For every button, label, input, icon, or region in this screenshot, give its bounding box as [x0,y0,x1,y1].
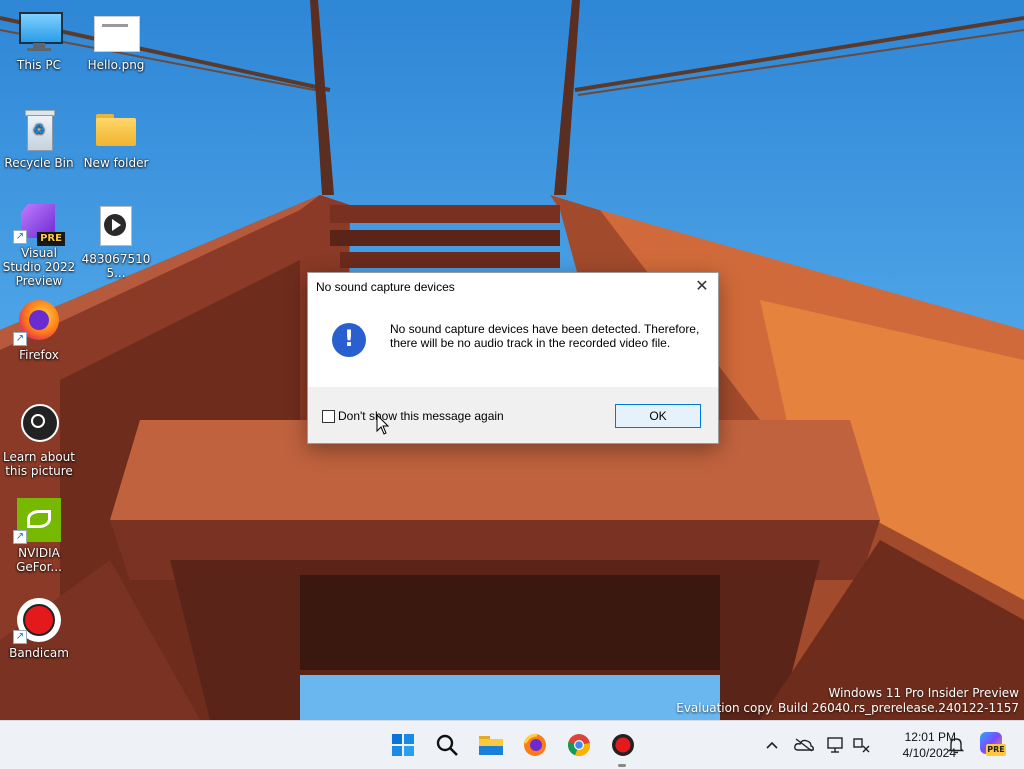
no-sound-devices-dialog: No sound capture devices ✕ ! No sound ca… [307,272,719,444]
onedrive-icon[interactable] [794,735,814,755]
desktop-icon-label: Recycle Bin [4,156,74,170]
windows-watermark: Windows 11 Pro Insider Preview Evaluatio… [676,686,1019,716]
learn-picture-icon [17,402,61,446]
display-icon[interactable] [826,735,846,755]
this-pc-icon [17,10,63,54]
bandicam-icon: ↗ [13,598,61,644]
clock-time: 12:01 PM [904,730,956,744]
close-icon[interactable]: ✕ [690,276,714,298]
taskbar-clock[interactable]: 12:01 PM 4/10/2024 [872,729,956,761]
desktop-icon-label: This PC [17,58,61,72]
desktop-icon-label: Firefox [19,348,59,362]
desktop-icon-video-file[interactable]: 4830675105... [78,204,154,288]
taskbar: 12:01 PM 4/10/2024 PRE [0,720,1024,769]
dialog-footer: Don't show this message again OK [308,387,718,443]
desktop-icon-label: Learn about this picture [3,450,75,478]
image-file-icon [94,10,140,54]
desktop-icon-this-pc[interactable]: This PC [1,10,77,94]
firefox-icon: ↗ [13,300,61,346]
watermark-edition: Windows 11 Pro Insider Preview [828,686,1019,700]
desktop-icon-recycle-bin[interactable]: ♻ Recycle Bin [1,108,77,192]
chevron-up-icon[interactable] [762,735,782,755]
shortcut-arrow-icon: ↗ [13,230,27,244]
desktop-icon-label: Hello.png [87,58,145,72]
desktop-icon-label: Bandicam [9,646,69,660]
dialog-titlebar[interactable]: No sound capture devices ✕ [308,273,718,302]
desktop-icon-visual-studio[interactable]: PRE ↗ Visual Studio 2022 Preview [1,204,77,288]
bandicam-icon [612,734,634,756]
shortcut-arrow-icon: ↗ [13,630,27,644]
ok-button[interactable]: OK [615,404,701,428]
network-icon[interactable] [852,735,872,755]
desktop-icon-label: Visual Studio 2022 Preview [2,246,76,288]
dialog-message: No sound capture devices have been detec… [390,322,700,350]
chrome-icon [568,734,590,757]
mouse-cursor-icon [376,414,390,435]
file-explorer-icon [479,736,503,755]
bandicam-taskbar-button[interactable] [607,729,639,761]
desktop-icon-bandicam[interactable]: ↗ Bandicam [1,598,77,682]
desktop-icon-label: 4830675105... [81,252,151,280]
clock-date: 4/10/2024 [902,746,956,760]
nvidia-icon: ↗ [13,498,61,544]
search-button[interactable] [431,729,463,761]
desktop-icon-label: NVIDIA GeFor... [16,546,62,574]
firefox-icon [523,733,546,756]
firefox-taskbar-button[interactable] [519,729,551,761]
preview-badge: PRE [37,232,65,246]
desktop-icon-new-folder[interactable]: New folder [78,108,154,192]
desktop-icon-firefox[interactable]: ↗ Firefox [1,300,77,384]
folder-icon [94,108,138,152]
copilot-icon[interactable]: PRE [980,732,1006,758]
shortcut-arrow-icon: ↗ [13,530,27,544]
dialog-body: ! No sound capture devices have been det… [308,302,718,387]
shortcut-arrow-icon: ↗ [13,332,27,346]
active-app-indicator [618,764,626,767]
start-button[interactable] [387,729,419,761]
desktop-icon-learn-about-picture[interactable]: Learn about this picture [1,402,77,486]
start-icon [392,734,414,756]
search-icon [436,734,458,756]
dialog-title: No sound capture devices [316,280,455,294]
desktop-icon-nvidia[interactable]: ↗ NVIDIA GeFor... [1,498,77,582]
watermark-build: Evaluation copy. Build 26040.rs_prerelea… [676,701,1019,715]
info-icon: ! [332,323,366,357]
dont-show-again-label[interactable]: Don't show this message again [338,409,504,423]
desktop-icon-label: New folder [83,156,149,170]
dont-show-again-checkbox[interactable] [322,410,335,423]
video-file-icon [94,204,138,248]
notification-icon[interactable] [946,735,966,755]
desktop-icon-hello-png[interactable]: Hello.png [78,10,154,94]
visual-studio-icon: PRE ↗ [13,204,65,246]
recycle-bin-icon: ♻ [17,108,61,152]
chrome-taskbar-button[interactable] [563,729,595,761]
preview-badge: PRE [986,744,1006,756]
file-explorer-button[interactable] [475,729,507,761]
